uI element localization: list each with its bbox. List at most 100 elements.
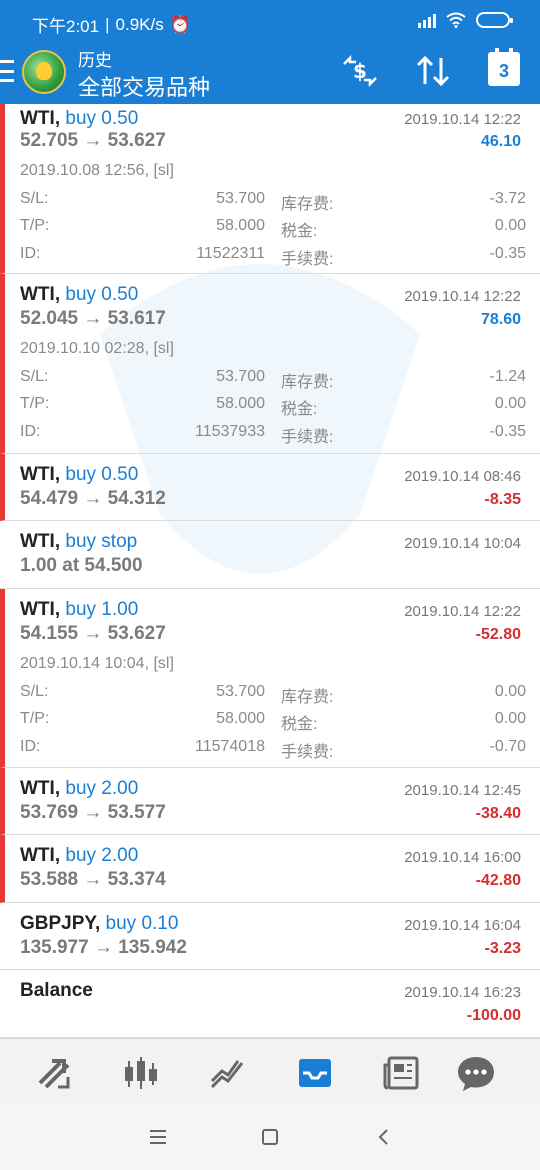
chart-icon[interactable] — [121, 1053, 161, 1093]
trade-row[interactable]: WTI, buy 1.00 54.155 → 53.627 2019.10.14… — [0, 589, 540, 768]
sl-label: S/L: — [20, 190, 49, 207]
status-right — [418, 12, 513, 28]
swap-label: 库存费: — [281, 689, 334, 706]
trade-time: 2019.10.14 12:22 — [404, 288, 521, 305]
tax-value: 0.00 — [494, 217, 526, 234]
history-list[interactable]: WTI, buy 0.50 52.705 → 53.627 2019.10.14… — [0, 104, 540, 1038]
tp-label: T/P: — [20, 217, 50, 234]
trade-time: 2019.10.14 12:22 — [404, 111, 521, 128]
trade-row[interactable]: WTI, buy 0.50 54.479 → 54.312 2019.10.14… — [0, 454, 540, 521]
order-price: 1.00 at 54.500 — [20, 555, 143, 576]
trade-row[interactable]: GBPJPY, buy 0.10 135.977 → 135.942 2019.… — [0, 903, 540, 970]
status-time: 下午2:01 — [32, 17, 100, 36]
trade-icon[interactable] — [208, 1053, 248, 1093]
home-icon[interactable] — [258, 1125, 282, 1149]
tp-value: 58.000 — [216, 395, 265, 412]
status-bar: 下午2:01 | 0.9K/s ⏰ — [0, 0, 540, 46]
fee-label: 手续费: — [281, 744, 334, 761]
order-type: buy stop — [65, 531, 138, 552]
id-label: ID: — [20, 245, 41, 262]
swap-value: 0.00 — [494, 683, 526, 700]
page-title[interactable]: 全部交易品种 — [78, 70, 210, 102]
app-bar: 历史 全部交易品种 $ 3 — [0, 46, 540, 104]
trade-type: buy 1.00 — [65, 599, 139, 620]
trade-price: 135.977 → 135.942 — [20, 937, 187, 958]
trade-symbol: WTI, buy 1.00 — [20, 599, 139, 620]
app-root: 下午2:01 | 0.9K/s ⏰ 历史 全部交易品种 $ 3 WTI, buy… — [0, 0, 540, 1170]
detail-row-tp: T/P: 58.000 税金: 0.00 — [20, 217, 526, 241]
chat-icon[interactable] — [456, 1053, 496, 1093]
order-time: 2019.10.14 10:04 — [404, 535, 521, 552]
trade-profit: 46.10 — [480, 133, 521, 150]
bottom-nav — [0, 1038, 540, 1105]
menu-icon[interactable] — [0, 60, 14, 82]
sort-icon[interactable] — [414, 54, 452, 88]
svg-text:$: $ — [353, 59, 367, 83]
swap-value: -1.24 — [489, 368, 526, 385]
sl-label: S/L: — [20, 683, 49, 700]
id-label: ID: — [20, 738, 41, 755]
tax-label: 税金: — [281, 401, 318, 418]
calendar-day: 3 — [498, 61, 509, 81]
order-symbol: WTI, buy stop — [20, 531, 138, 552]
signal-icon — [418, 12, 436, 28]
back-icon[interactable] — [372, 1125, 396, 1149]
trade-time: 2019.10.14 08:46 — [404, 468, 521, 485]
trade-time: 2019.10.14 12:22 — [404, 603, 521, 620]
tax-label: 税金: — [281, 716, 318, 733]
currency-exchange-icon[interactable]: $ — [340, 54, 380, 88]
trade-symbol: WTI, buy 2.00 — [20, 778, 139, 799]
system-nav-bar — [0, 1105, 540, 1170]
wifi-icon — [446, 12, 466, 28]
sl-value: 53.700 — [216, 190, 265, 207]
fee-value: -0.70 — [489, 738, 526, 755]
trade-profit: -52.80 — [475, 626, 521, 643]
tax-label: 税金: — [281, 223, 318, 240]
trade-row[interactable]: WTI, buy 0.50 52.045 → 53.617 2019.10.14… — [0, 274, 540, 454]
trade-price: 54.155 → 53.627 — [20, 623, 166, 644]
trade-symbol: WTI, buy 0.50 — [20, 108, 139, 129]
trade-symbol: GBPJPY, buy 0.10 — [20, 913, 179, 934]
sl-value: 53.700 — [216, 683, 265, 700]
trade-profit: -38.40 — [475, 805, 521, 822]
swap-value: -3.72 — [489, 190, 526, 207]
trade-price: 53.769 → 53.577 — [20, 802, 166, 823]
trade-profit: -3.23 — [484, 940, 521, 957]
swap-label: 库存费: — [281, 196, 334, 213]
trade-time: 2019.10.14 16:00 — [404, 849, 521, 866]
trade-type: buy 0.50 — [65, 108, 139, 129]
trade-row[interactable]: WTI, buy 0.50 52.705 → 53.627 2019.10.14… — [0, 104, 540, 274]
battery-icon — [476, 12, 513, 28]
balance-label: Balance — [20, 980, 93, 1001]
tax-value: 0.00 — [494, 395, 526, 412]
tp-label: T/P: — [20, 395, 50, 412]
trade-price: 54.479 → 54.312 — [20, 488, 166, 509]
tp-value: 58.000 — [216, 217, 265, 234]
fee-value: -0.35 — [489, 245, 526, 262]
balance-row[interactable]: Balance 2019.10.14 16:23 -100.00 — [0, 970, 540, 1038]
trade-profit: -8.35 — [484, 491, 521, 508]
trade-row[interactable]: WTI, buy 2.00 53.769 → 53.577 2019.10.14… — [0, 768, 540, 835]
fee-value: -0.35 — [489, 423, 526, 440]
tax-value: 0.00 — [494, 710, 526, 727]
trade-type: buy 2.00 — [65, 845, 139, 866]
trade-price: 52.705 → 53.627 — [20, 130, 166, 151]
history-icon[interactable] — [295, 1053, 335, 1093]
balance-amount: -100.00 — [466, 1007, 521, 1024]
news-icon[interactable] — [381, 1053, 421, 1093]
trade-open-time: 2019.10.10 02:28, [sl] — [20, 340, 174, 357]
trade-row[interactable]: WTI, buy 2.00 53.588 → 53.374 2019.10.14… — [0, 835, 540, 903]
detail-row-id: ID: 11537933 手续费: -0.35 — [20, 423, 526, 447]
quotes-icon[interactable] — [34, 1053, 74, 1093]
trade-time: 2019.10.14 12:45 — [404, 782, 521, 799]
fee-label: 手续费: — [281, 251, 334, 268]
menu-icon[interactable] — [146, 1125, 170, 1149]
order-row[interactable]: WTI, buy stop 1.00 at 54.500 2019.10.14 … — [0, 521, 540, 589]
trade-price: 53.588 → 53.374 — [20, 869, 166, 890]
app-logo — [22, 50, 66, 94]
id-value: 11574018 — [195, 738, 265, 755]
calendar-icon[interactable]: 3 — [488, 48, 520, 86]
tp-value: 58.000 — [216, 710, 265, 727]
status-left: 下午2:01 | 0.9K/s ⏰ — [32, 12, 191, 37]
trade-time: 2019.10.14 16:04 — [404, 917, 521, 934]
